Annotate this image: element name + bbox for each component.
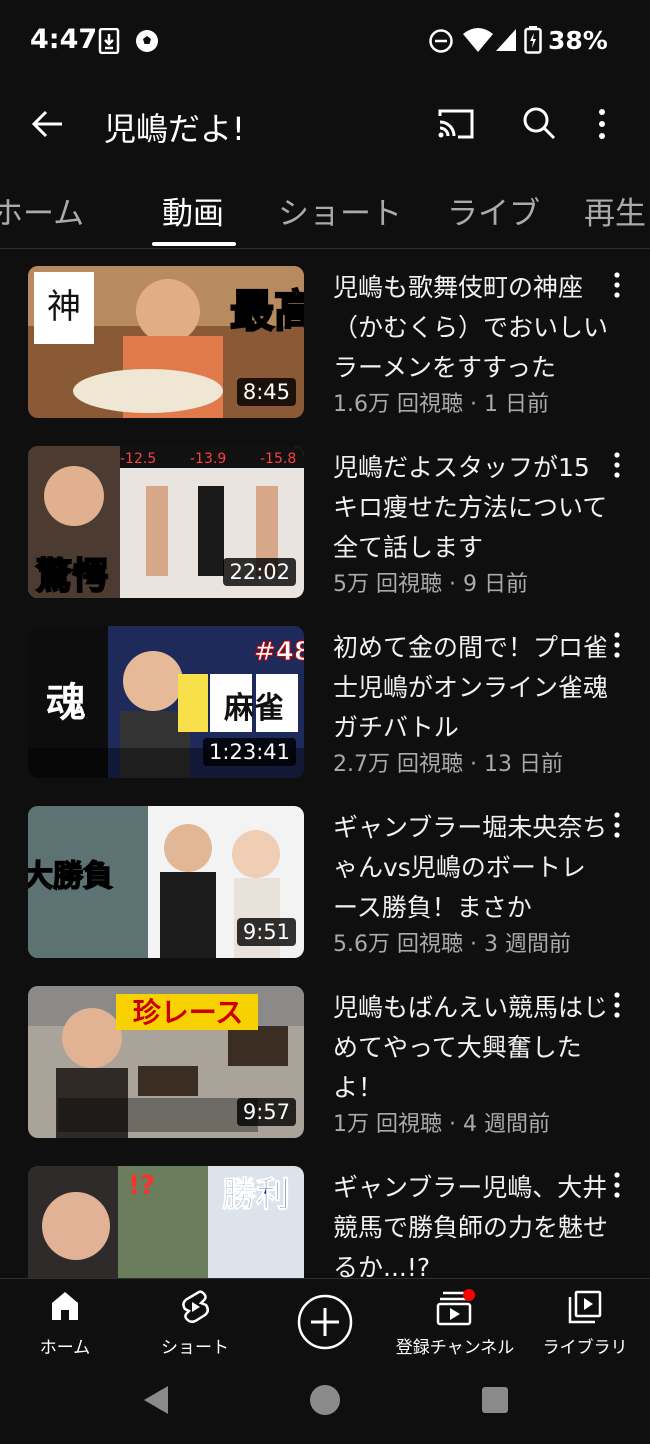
home-icon [52,1292,78,1320]
svg-text:-13.9: -13.9 [190,451,226,467]
thumbnail-caption: 珍レース [133,996,244,1029]
video-thumbnail[interactable]: 珍レース 9:57 [28,986,304,1138]
channel-title: 児嶋だよ! [104,110,245,148]
create-plus-icon [297,1294,353,1350]
video-item[interactable]: 珍レース 9:57 児嶋もばんえい競馬はじめてやって大興奮したよ！ 1万 回視聴… [0,968,650,1148]
search-icon[interactable] [520,104,558,146]
notification-badge [463,1289,475,1301]
svg-text:#48: #48 [254,637,304,667]
soccer-ball-icon [134,28,160,58]
video-menu-icon[interactable] [612,450,622,484]
svg-text:神: 神 [47,287,81,327]
svg-text:-12.5: -12.5 [120,451,156,467]
wifi-icon [462,27,494,57]
video-thumbnail[interactable]: -12.5 -13.9 -15.8 驚愕 22:02 [28,446,304,598]
video-meta: 5万 回視聴 · 9 日前 [333,572,528,597]
more-vert-icon[interactable] [596,106,608,146]
video-thumbnail[interactable]: 大勝負 9:51 [28,806,304,958]
video-title[interactable]: 児嶋もばんえい競馬はじめてやって大興奮したよ！ [333,988,608,1108]
tab-home[interactable]: ホーム [0,188,84,233]
nav-subscriptions-label: 登録チャンネル [395,1338,515,1358]
video-item[interactable]: 大勝負 9:51 ギャンブラー堀未央奈ちゃんvs児嶋のボートレース勝負！まさか … [0,788,650,968]
video-item[interactable]: 勝利 !? ギャンブラー児嶋、大井競馬で勝負師の力を魅せるか...!? [0,1148,650,1278]
svg-text:-15.8: -15.8 [260,451,296,467]
tab-live[interactable]: ライブ [447,188,540,233]
channel-tabs: ホーム 動画 ショート ライブ 再生 [0,168,650,249]
thumbnail-caption: 大勝負 [28,859,113,894]
nav-shorts[interactable]: ショート [130,1279,260,1369]
nav-shorts-label: ショート [161,1338,229,1358]
battery-percentage: 38% [548,26,608,55]
nav-library[interactable]: ライブラリ [520,1279,650,1369]
video-title[interactable]: 児嶋も歌舞伎町の神座（かむくら）でおいしいラーメンをすすった [333,268,608,388]
system-recents-icon[interactable] [481,1386,509,1418]
video-menu-icon[interactable] [612,810,622,844]
thumbnail-caption: 勝利 [222,1175,290,1215]
video-thumbnail[interactable]: 魂 #48 麻雀 1:23:41 [28,626,304,778]
nav-create[interactable] [260,1279,390,1369]
video-meta: 1万 回視聴 · 4 週間前 [333,1112,550,1137]
thumbnail-caption: 麻雀 [224,691,284,726]
subscriptions-icon [436,1289,475,1326]
video-menu-icon[interactable] [612,990,622,1024]
video-title[interactable]: 初めて金の間で！プロ雀士児嶋がオンライン雀魂ガチバトル [333,628,608,748]
video-title[interactable]: ギャンブラー堀未央奈ちゃんvs児嶋のボートレース勝負！まさか [333,808,608,928]
video-list: 神 最高 8:45 児嶋も歌舞伎町の神座（かむくら）でおいしいラーメンをすすった… [0,248,650,1278]
video-title[interactable]: 児嶋だよスタッフが15キロ痩せた方法について全て話します [333,448,608,568]
nav-library-label: ライブラリ [542,1338,628,1358]
library-icon [568,1290,602,1324]
nav-home[interactable]: ホーム [0,1279,130,1369]
svg-text:!?: !? [128,1171,155,1201]
bottom-navigation: ホーム ショート 登録チャンネル ライブラリ [0,1278,650,1369]
tab-videos[interactable]: 動画 [162,188,224,233]
video-duration: 9:57 [236,1098,296,1126]
video-thumbnail[interactable]: 勝利 !? [28,1166,304,1278]
video-meta: 2.7万 回視聴 · 13 日前 [333,752,563,777]
video-menu-icon[interactable] [612,630,622,664]
status-bar: 4:47 38% [0,0,650,84]
cellular-signal-icon [494,27,518,57]
thumbnail-caption: 最高 [230,286,304,337]
download-icon [98,27,120,58]
video-duration: 8:45 [236,378,296,406]
video-meta: 5.6万 回視聴 · 3 週間前 [333,932,571,957]
nav-subscriptions[interactable]: 登録チャンネル [390,1279,520,1369]
video-title[interactable]: ギャンブラー児嶋、大井競馬で勝負師の力を魅せるか...!? [333,1168,608,1278]
svg-text:魂: 魂 [46,679,86,726]
video-duration: 9:51 [236,918,296,946]
active-tab-indicator [152,242,236,246]
do-not-disturb-icon [428,28,454,58]
video-item[interactable]: -12.5 -13.9 -15.8 驚愕 22:02 児嶋だよスタッフが15キロ… [0,428,650,608]
battery-charging-icon [524,26,542,58]
video-thumbnail[interactable]: 神 最高 8:45 [28,266,304,418]
system-back-icon[interactable] [142,1384,170,1420]
system-navigation-bar [0,1368,650,1444]
back-arrow-icon[interactable] [28,106,68,146]
shorts-icon [182,1290,209,1324]
tab-playlists[interactable]: 再生 [584,188,646,233]
video-item[interactable]: 神 最高 8:45 児嶋も歌舞伎町の神座（かむくら）でおいしいラーメンをすすった… [0,248,650,428]
thumbnail-caption: 驚愕 [36,556,108,597]
tab-shorts[interactable]: ショート [278,188,402,233]
video-menu-icon[interactable] [612,270,622,304]
video-menu-icon[interactable] [612,1170,622,1204]
cast-icon[interactable] [436,106,476,146]
nav-home-label: ホーム [39,1338,91,1358]
app-bar: 児嶋だよ! [0,84,650,168]
video-item[interactable]: 魂 #48 麻雀 1:23:41 初めて金の間で！プロ雀士児嶋がオンライン雀魂ガ… [0,608,650,788]
video-duration: 1:23:41 [203,738,296,766]
video-meta: 1.6万 回視聴 · 1 日前 [333,392,549,417]
status-time: 4:47 [30,24,98,55]
video-duration: 22:02 [223,558,296,586]
system-home-icon[interactable] [309,1384,341,1420]
